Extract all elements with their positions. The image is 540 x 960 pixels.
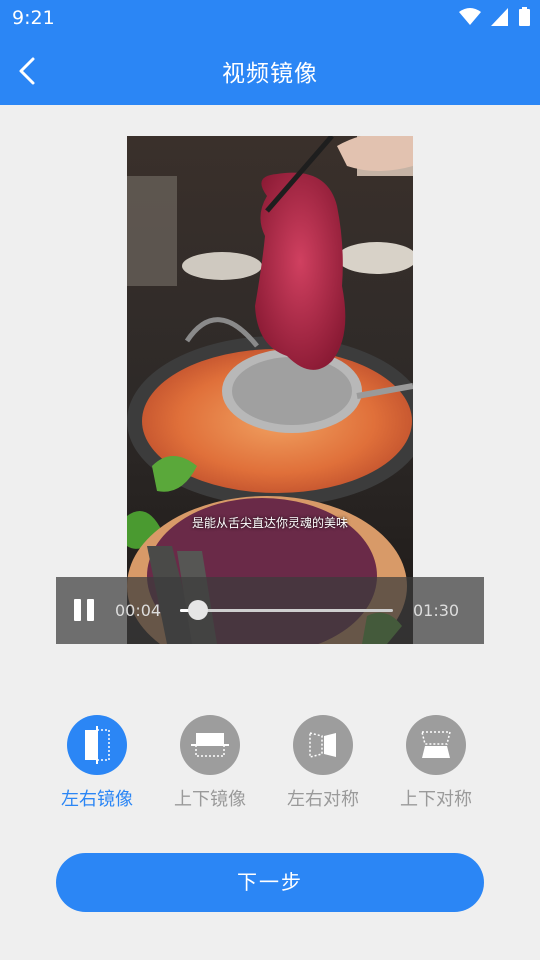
wifi-icon	[459, 7, 481, 25]
option-symmetry-vertical[interactable]: 上下对称	[391, 712, 481, 811]
battery-icon	[519, 7, 530, 26]
pause-icon	[74, 599, 81, 621]
app-bar: 视频镜像	[0, 36, 540, 105]
option-label: 上下镜像	[174, 789, 246, 810]
playback-controls: 00:04 01:30	[56, 577, 484, 644]
status-bar: 9:21	[0, 0, 540, 36]
mirror-vertical-icon	[180, 715, 240, 775]
seek-bar[interactable]	[180, 609, 393, 612]
next-step-button[interactable]: 下一步	[56, 853, 484, 912]
option-label: 左右对称	[287, 789, 359, 810]
option-label: 上下对称	[400, 789, 472, 810]
mirror-horizontal-icon	[67, 715, 127, 775]
pause-icon-bar	[87, 599, 94, 621]
video-preview[interactable]: 是能从舌尖直达你灵魂的美味	[127, 136, 413, 644]
seek-thumb[interactable]	[188, 600, 209, 620]
video-subtitle: 是能从舌尖直达你灵魂的美味	[191, 516, 348, 530]
symmetry-vertical-icon	[406, 715, 466, 775]
video-frame-image	[127, 136, 413, 644]
status-time: 9:21	[12, 7, 55, 29]
mirror-options: 左右镜像 上下镜像 左右对称 上下对称	[0, 712, 540, 812]
option-symmetry-horizontal[interactable]: 左右对称	[278, 712, 368, 811]
total-duration: 01:30	[413, 601, 460, 620]
cellular-signal-icon	[491, 7, 508, 26]
option-mirror-horizontal[interactable]: 左右镜像	[52, 712, 142, 811]
current-time: 00:04	[115, 601, 162, 620]
symmetry-horizontal-icon	[293, 715, 353, 775]
pause-button[interactable]	[74, 599, 96, 621]
status-icons	[459, 7, 530, 26]
option-mirror-vertical[interactable]: 上下镜像	[165, 712, 255, 811]
page-title: 视频镜像	[222, 61, 318, 87]
option-label: 左右镜像	[61, 789, 133, 810]
